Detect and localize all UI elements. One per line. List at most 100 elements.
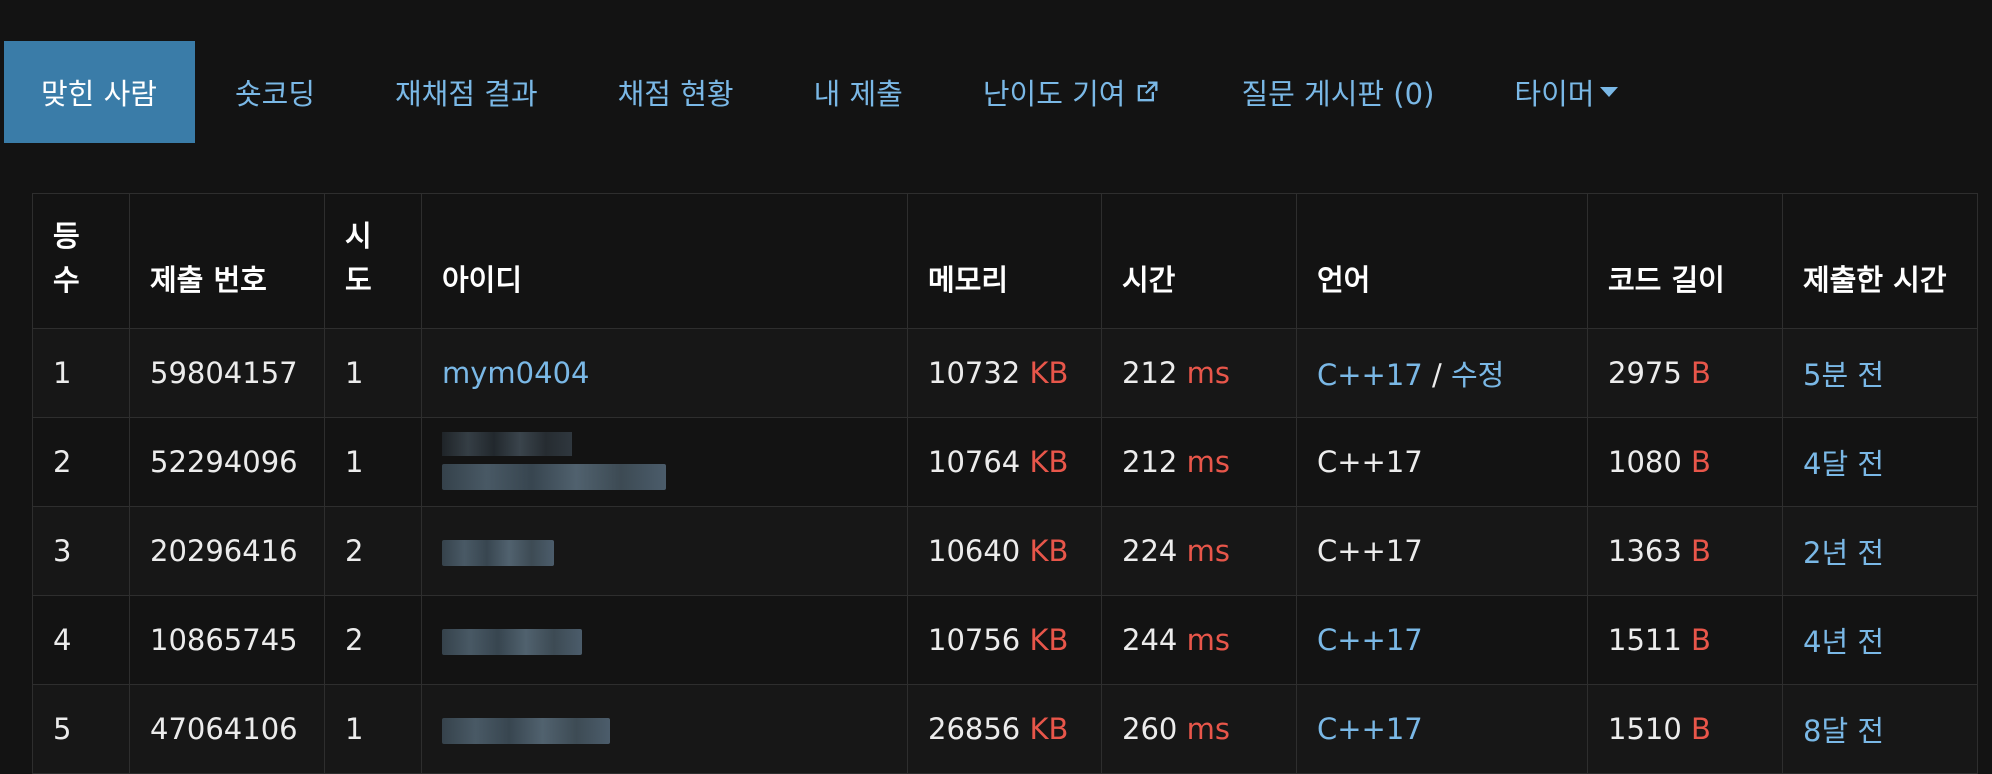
- memory-value: 10756: [928, 623, 1021, 657]
- memory-cell: 10764 KB: [907, 417, 1102, 507]
- user-cell: [421, 684, 908, 774]
- language-cell: C++17 / 수정: [1296, 328, 1588, 418]
- code-length-unit: B: [1691, 623, 1711, 657]
- header-submitted-at: 제출한 시간: [1782, 193, 1978, 329]
- time-cell: 224 ms: [1101, 506, 1297, 596]
- tries-cell: 2: [324, 595, 422, 685]
- redacted-user[interactable]: [442, 540, 554, 566]
- submitted-at-link[interactable]: 8달 전: [1803, 714, 1884, 748]
- redacted-user-blur-top: [442, 432, 572, 456]
- tab-judge-status[interactable]: 채점 현황: [578, 41, 774, 143]
- language-link[interactable]: C++17: [1317, 358, 1423, 392]
- header-rank: 등 수: [32, 193, 130, 329]
- header-tries: 시 도: [324, 193, 422, 329]
- memory-cell: 10756 KB: [907, 595, 1102, 685]
- code-length-cell: 1510 B: [1587, 684, 1783, 774]
- time-value: 224: [1122, 534, 1178, 568]
- submission-cell: 47064106: [129, 684, 325, 774]
- tab-label: 재채점 결과: [395, 77, 538, 111]
- user-cell: [421, 595, 908, 685]
- tab-label: 타이머: [1514, 77, 1595, 111]
- redacted-user[interactable]: [442, 432, 666, 492]
- language-separator: /: [1422, 358, 1451, 392]
- caret-down-icon: [1600, 87, 1619, 97]
- submitted-at-cell: 5분 전: [1782, 328, 1978, 418]
- rank-cell: 2: [32, 417, 130, 507]
- submitted-at-cell: 2년 전: [1782, 506, 1978, 596]
- code-length-value: 2975: [1608, 356, 1682, 390]
- header-language: 언어: [1296, 193, 1588, 329]
- time-value: 212: [1122, 445, 1178, 479]
- memory-value: 10732: [928, 356, 1021, 390]
- submission-cell: 20296416: [129, 506, 325, 596]
- rank-cell: 5: [32, 684, 130, 774]
- code-length-value: 1363: [1608, 534, 1682, 568]
- tab-accepted-users[interactable]: 맞힌 사람: [4, 41, 195, 143]
- tries-cell: 1: [324, 417, 422, 507]
- redacted-user[interactable]: [442, 718, 610, 744]
- table-row: 5 47064106 1 26856 KB 260 ms C++17 1510 …: [32, 684, 1978, 774]
- language-text: C++17: [1317, 445, 1423, 479]
- code-length-value: 1510: [1608, 712, 1682, 746]
- tab-label: 숏코딩: [234, 77, 315, 111]
- language-cell: C++17: [1296, 684, 1588, 774]
- problem-tabs: 맞힌 사람 숏코딩 재채점 결과 채점 현황 내 제출 난이도 기여 질문 게시…: [4, 41, 1658, 143]
- memory-unit: KB: [1029, 534, 1069, 568]
- user-cell: mym0404: [421, 328, 908, 418]
- memory-cell: 10640 KB: [907, 506, 1102, 596]
- rank-cell: 4: [32, 595, 130, 685]
- header-code-length: 코드 길이: [1587, 193, 1783, 329]
- header-submission: 제출 번호: [129, 193, 325, 329]
- submission-cell: 59804157: [129, 328, 325, 418]
- submitted-at-link[interactable]: 4년 전: [1803, 625, 1884, 659]
- tab-label: 질문 게시판 (0): [1241, 77, 1435, 111]
- language-cell: C++17: [1296, 417, 1588, 507]
- table-row: 2 52294096 1 10764 KB 212 ms C++17 1080 …: [32, 417, 1978, 507]
- tab-rejudge-results[interactable]: 재채점 결과: [355, 41, 578, 143]
- edit-link[interactable]: 수정: [1451, 358, 1504, 392]
- submitted-at-link[interactable]: 2년 전: [1803, 536, 1884, 570]
- tab-difficulty-contribution[interactable]: 난이도 기여: [943, 41, 1202, 143]
- user-cell: [421, 506, 908, 596]
- memory-value: 10764: [928, 445, 1021, 479]
- code-length-unit: B: [1691, 712, 1711, 746]
- table-row: 4 10865745 2 10756 KB 244 ms C++17 1511 …: [32, 595, 1978, 685]
- tries-cell: 1: [324, 684, 422, 774]
- tab-label: 난이도 기여: [982, 77, 1126, 111]
- memory-cell: 26856 KB: [907, 684, 1102, 774]
- time-value: 260: [1122, 712, 1178, 746]
- code-length-cell: 1363 B: [1587, 506, 1783, 596]
- memory-unit: KB: [1029, 445, 1069, 479]
- time-cell: 212 ms: [1101, 417, 1297, 507]
- submitted-at-cell: 8달 전: [1782, 684, 1978, 774]
- time-cell: 244 ms: [1101, 595, 1297, 685]
- header-time: 시간: [1101, 193, 1297, 329]
- language-text: C++17: [1317, 534, 1423, 568]
- redacted-user[interactable]: [442, 629, 582, 655]
- time-unit: ms: [1186, 712, 1230, 746]
- time-unit: ms: [1186, 445, 1230, 479]
- submitted-at-link[interactable]: 5분 전: [1803, 358, 1884, 392]
- tab-my-submissions[interactable]: 내 제출: [774, 41, 943, 143]
- tab-label: 채점 현황: [617, 77, 734, 111]
- submitted-at-link[interactable]: 4달 전: [1803, 447, 1884, 481]
- memory-value: 10640: [928, 534, 1021, 568]
- submission-cell: 52294096: [129, 417, 325, 507]
- time-unit: ms: [1186, 356, 1230, 390]
- tab-qna-board[interactable]: 질문 게시판 (0): [1201, 41, 1474, 143]
- language-link[interactable]: C++17: [1317, 712, 1423, 746]
- tries-cell: 2: [324, 506, 422, 596]
- code-length-cell: 1080 B: [1587, 417, 1783, 507]
- language-link[interactable]: C++17: [1317, 623, 1423, 657]
- code-length-cell: 1511 B: [1587, 595, 1783, 685]
- submission-cell: 10865745: [129, 595, 325, 685]
- tab-timer[interactable]: 타이머: [1474, 41, 1658, 143]
- code-length-value: 1080: [1608, 445, 1682, 479]
- code-length-value: 1511: [1608, 623, 1682, 657]
- memory-unit: KB: [1029, 623, 1069, 657]
- accepted-users-table: 등 수 제출 번호 시 도 아이디 메모리 시간 언어 코드 길이 제출한 시간…: [32, 193, 1978, 774]
- table-row: 3 20296416 2 10640 KB 224 ms C++17 1363 …: [32, 506, 1978, 596]
- tab-short-coding[interactable]: 숏코딩: [195, 41, 355, 143]
- user-link[interactable]: mym0404: [442, 356, 589, 390]
- language-cell: C++17: [1296, 595, 1588, 685]
